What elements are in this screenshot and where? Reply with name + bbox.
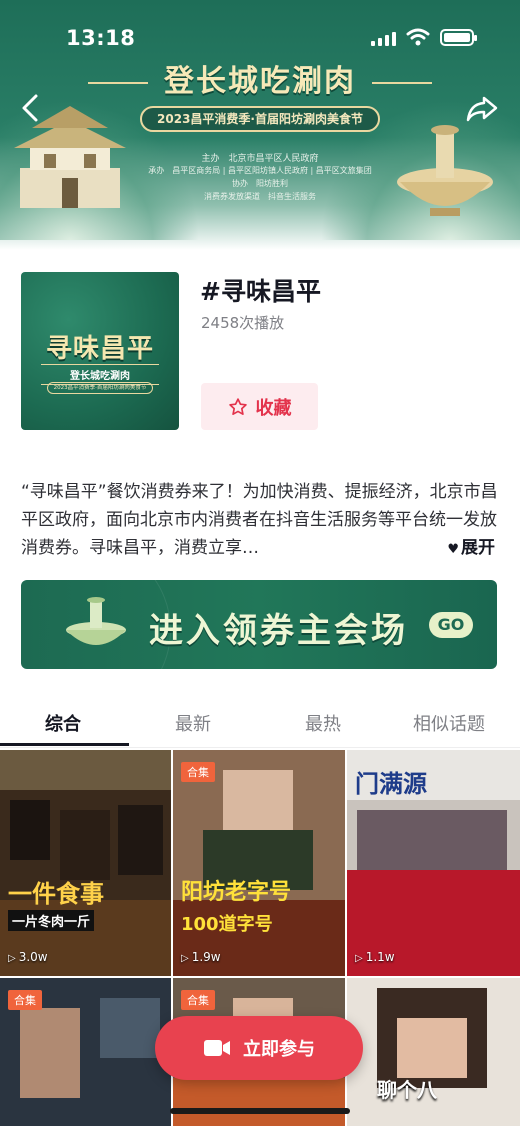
collection-tag: 合集 xyxy=(181,762,215,782)
banner-organizer: 主办 北京市昌平区人民政府 xyxy=(201,154,319,164)
video-card[interactable]: 合集 xyxy=(0,978,171,1126)
tab-hottest[interactable]: 最热 xyxy=(305,710,341,736)
thumbnail-block xyxy=(397,1018,467,1078)
video-caption: 一件食事 xyxy=(8,880,104,908)
video-caption: 门满源 xyxy=(355,770,427,798)
video-stat: 1.9w xyxy=(191,950,221,964)
video-play-count: ▷ 1.9w xyxy=(181,950,221,964)
thumbnail-block xyxy=(173,1078,345,1126)
video-card[interactable]: 一件食事 一片冬肉一斤 ▷ 3.0w xyxy=(0,750,171,976)
video-stat: 1.1w xyxy=(365,950,395,964)
video-caption: 阳坊老字号 xyxy=(181,880,292,905)
video-stat: 3.0w xyxy=(18,950,48,964)
collection-tag: 合集 xyxy=(181,990,215,1010)
share-icon[interactable] xyxy=(464,90,500,126)
topic-cover-image: 寻味昌平 登长城吃涮肉 2023昌平消费季·首届阳坊涮肉美食节 xyxy=(21,272,179,430)
active-tab-indicator xyxy=(0,743,129,746)
join-topic-button[interactable]: 立即参与 xyxy=(155,1016,363,1080)
thumbnail-block xyxy=(0,750,171,790)
back-arrow-icon[interactable] xyxy=(16,90,48,126)
tab-similar-topics[interactable]: 相似话题 xyxy=(413,710,485,736)
signal-icon xyxy=(371,32,397,46)
thumbnail-block xyxy=(20,1008,80,1098)
play-icon: ▷ xyxy=(355,953,363,964)
thumbnail-block xyxy=(118,805,163,875)
wifi-icon xyxy=(406,28,430,46)
heart-icon: ♥ xyxy=(447,542,459,557)
home-indicator xyxy=(170,1108,350,1114)
thumbnail-block xyxy=(357,810,507,870)
hotpot-icon xyxy=(66,597,126,645)
topic-play-count: 2458次播放 xyxy=(201,314,285,332)
banner-platform: 消费券发放渠道 抖音生活服务 xyxy=(204,192,316,201)
thumbnail-block xyxy=(100,998,160,1058)
content-tabs: 综合 最新 最热 相似话题 xyxy=(0,698,520,748)
video-play-count: ▷ 3.0w xyxy=(8,950,48,964)
video-caption: 聊个八 xyxy=(377,1078,437,1102)
promo-label: 进入领券主会场 xyxy=(149,611,408,651)
description-text: “寻味昌平”餐饮消费券来了！为加快消费、提振经济，北京市昌平区政府，面向北京市内… xyxy=(21,482,498,558)
coupon-venue-banner[interactable]: 进入领券主会场 GO xyxy=(21,580,497,669)
topic-title: #寻味昌平 xyxy=(200,277,321,306)
favorite-button[interactable]: 收藏 xyxy=(201,383,318,430)
battery-icon xyxy=(440,29,477,46)
star-icon xyxy=(228,397,247,415)
thumbnail-block xyxy=(60,810,110,880)
status-time: 13:18 xyxy=(66,26,136,50)
banner-undertaker: 承办 昌平区商务局 | 昌平区阳坊镇人民政府 | 昌平区文旅集团 xyxy=(148,166,372,175)
expand-description-button[interactable]: ♥ 展开 xyxy=(443,534,495,564)
join-label: 立即参与 xyxy=(243,1039,315,1060)
play-icon: ▷ xyxy=(8,953,16,964)
collection-tag: 合集 xyxy=(8,990,42,1010)
go-badge: GO xyxy=(429,612,473,638)
expand-label: 展开 xyxy=(461,538,495,558)
play-icon: ▷ xyxy=(181,953,189,964)
status-bar: 13:18 xyxy=(0,0,520,60)
video-subcaption: 100道字号 xyxy=(181,914,273,935)
tab-comprehensive[interactable]: 综合 xyxy=(45,710,81,736)
tab-latest[interactable]: 最新 xyxy=(175,710,211,736)
banner-subtitle: 2023昌平消费季·首届阳坊涮肉美食节 xyxy=(140,106,380,132)
banner-title: 登长城吃涮肉 xyxy=(0,56,520,100)
banner-assistant: 协办 阳坊胜利 xyxy=(232,179,288,188)
cover-caption: 2023昌平消费季·首届阳坊涮肉美食节 xyxy=(47,382,153,394)
camera-icon xyxy=(204,1040,230,1056)
video-subcaption: 一片冬肉一斤 xyxy=(8,910,95,931)
topic-description: “寻味昌平”餐饮消费券来了！为加快消费、提振经济，北京市昌平区政府，面向北京市内… xyxy=(21,478,501,564)
favorite-label: 收藏 xyxy=(255,397,292,419)
cover-title: 寻味昌平 xyxy=(45,334,154,364)
video-play-count: ▷ 1.1w xyxy=(355,950,395,964)
thumbnail-block xyxy=(10,800,50,860)
video-card[interactable]: 聊个八 xyxy=(347,978,520,1126)
video-card[interactable]: 门满源 ▷ 1.1w xyxy=(347,750,520,976)
topic-banner: 登长城吃涮肉 2023昌平消费季·首届阳坊涮肉美食节 主办 北京市昌平区人民政府… xyxy=(0,0,520,250)
video-card[interactable]: 合集 阳坊老字号 100道字号 ▷ 1.9w xyxy=(173,750,345,976)
